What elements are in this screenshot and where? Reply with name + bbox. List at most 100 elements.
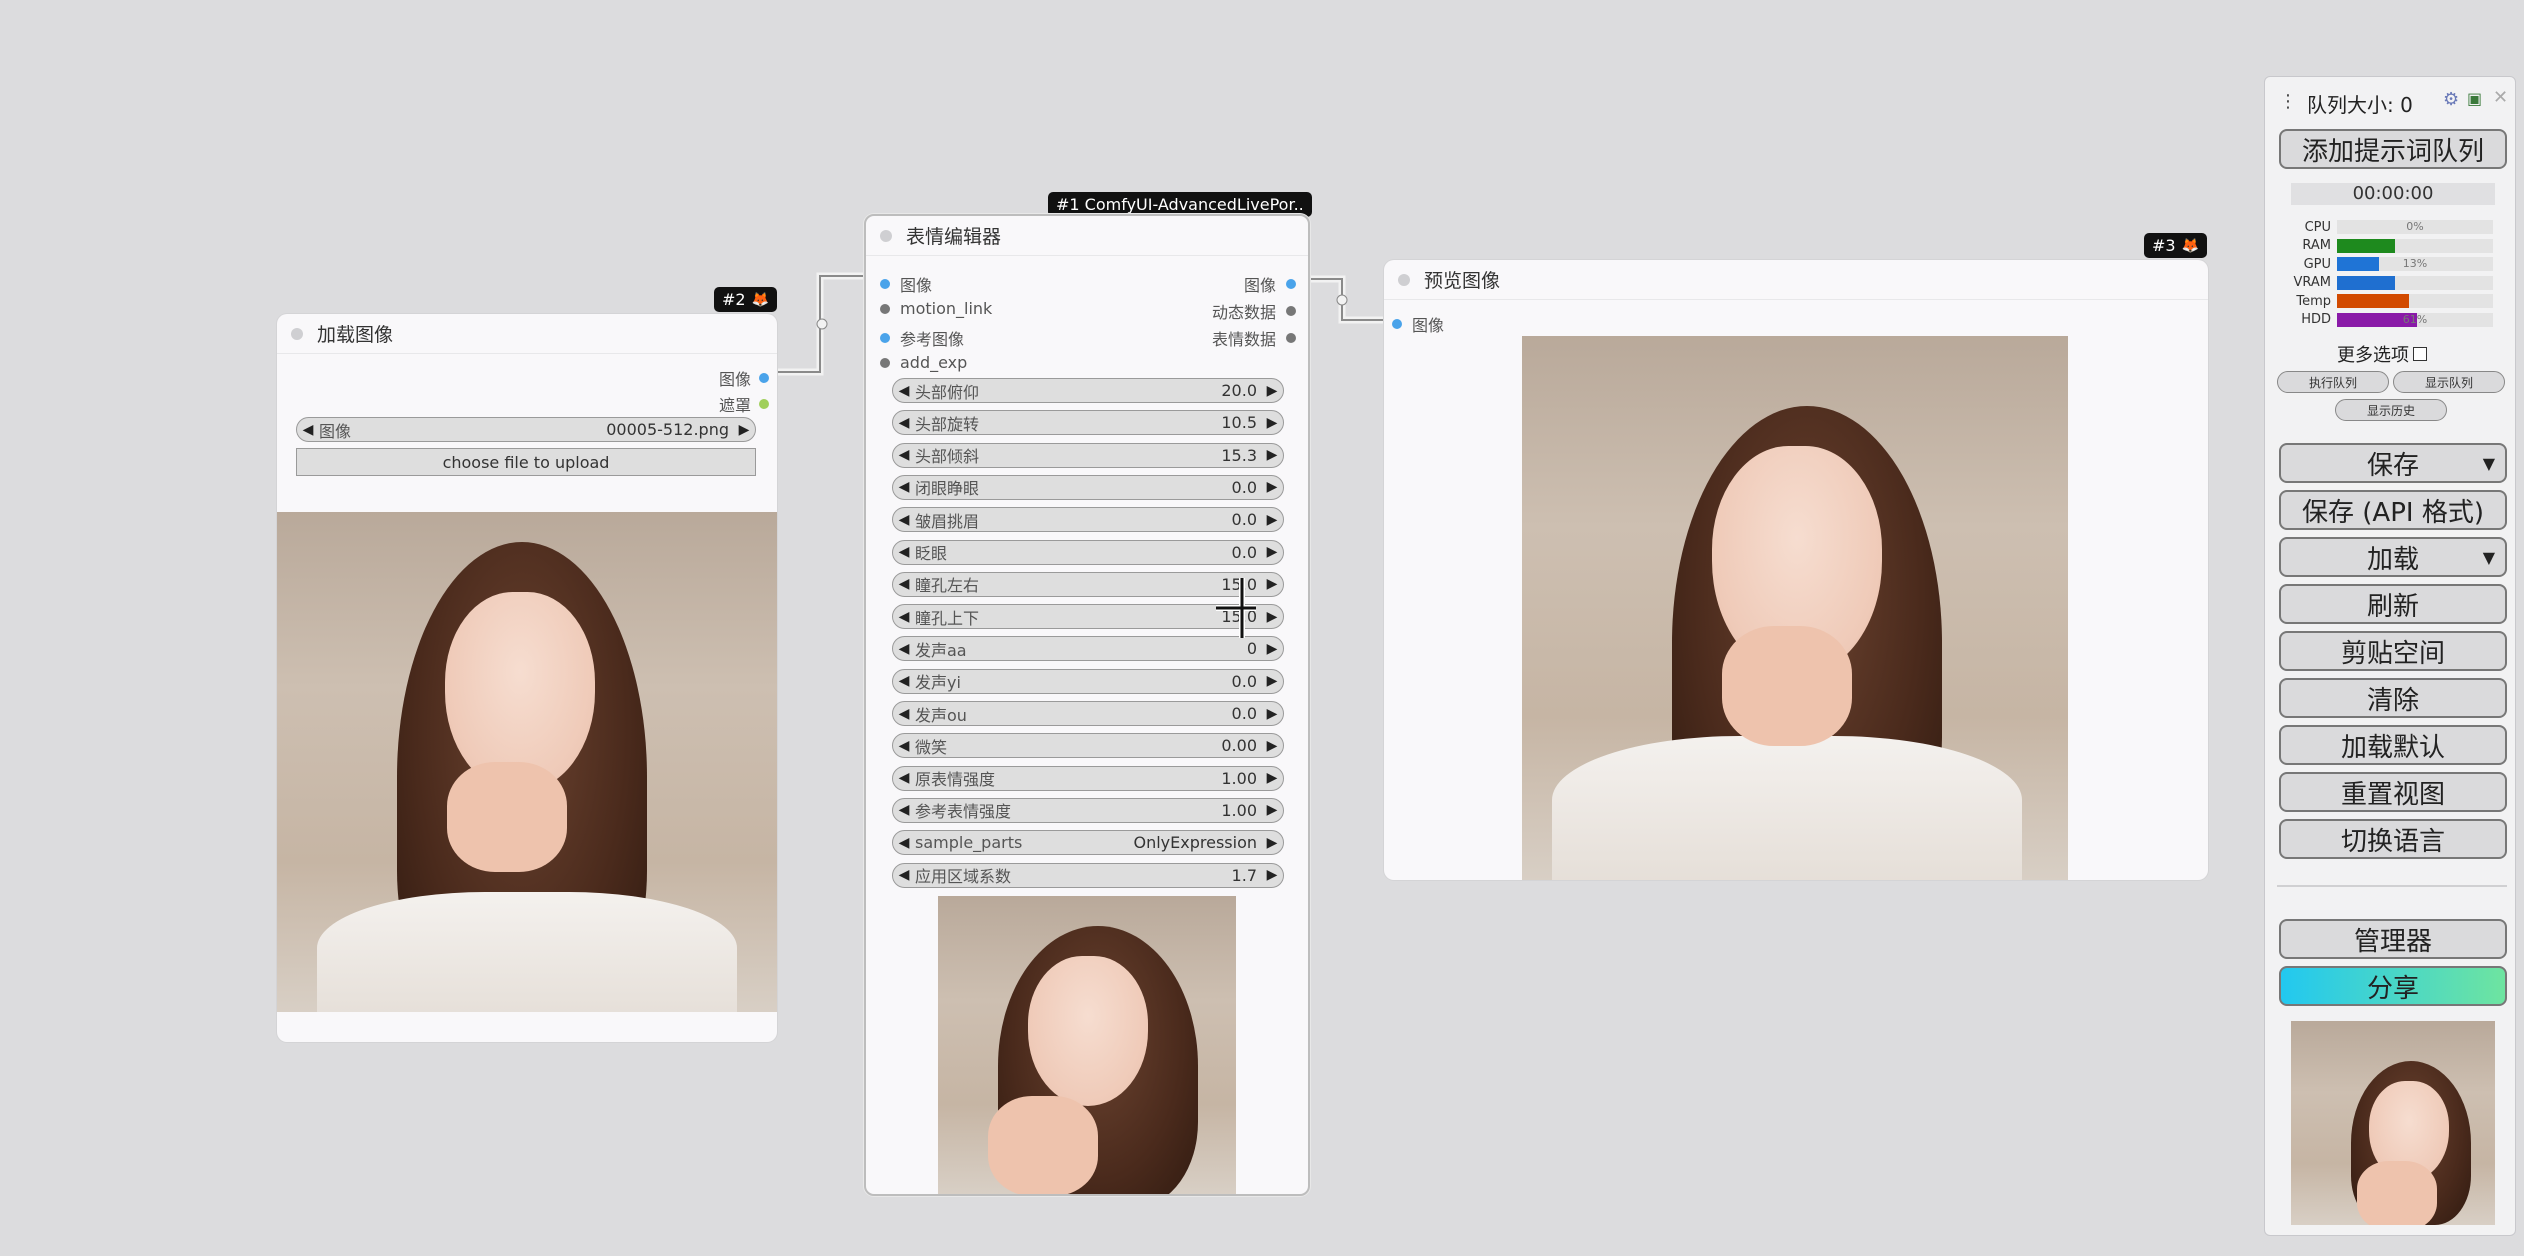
param-widget[interactable]: ◀ 参考表情强度 1.00 ▶ [892,797,1284,823]
increment-arrow-icon[interactable]: ▶ [1261,479,1283,495]
decrement-arrow-icon[interactable]: ◀ [893,609,915,625]
increment-arrow-icon[interactable]: ▶ [1261,415,1283,431]
increment-arrow-icon[interactable]: ▶ [1261,770,1283,786]
param-widget[interactable]: ◀ sample_parts OnlyExpression ▶ [892,830,1284,856]
param-widget[interactable]: ◀ 头部旋转 10.5 ▶ [892,410,1284,436]
queue-prompt-button[interactable]: 添加提示词队列 [2279,129,2507,169]
increment-arrow-icon[interactable]: ▶ [1261,576,1283,592]
increment-arrow-icon[interactable]: ▶ [1261,835,1283,851]
increment-arrow-icon[interactable]: ▶ [1261,447,1283,463]
close-icon[interactable]: ✕ [2493,87,2508,108]
share-button[interactable]: 分享 [2279,966,2507,1006]
param-widget[interactable]: ◀ 发声ou 0.0 ▶ [892,701,1284,726]
increment-arrow-icon[interactable]: ▶ [733,422,755,438]
node-title-bar[interactable]: 加载图像 [277,314,777,354]
decrement-arrow-icon[interactable]: ◀ [893,706,915,722]
param-widget[interactable]: ◀ 微笑 0.00 ▶ [892,733,1284,759]
gear-icon[interactable]: ⚙ [2443,89,2459,110]
input-slot-motion-link[interactable]: motion_link [880,299,992,318]
chevron-down-icon[interactable]: ▼ [2483,548,2495,567]
input-slot-image[interactable]: 图像 [880,272,932,296]
view-queue-button[interactable]: 显示队列 [2393,371,2505,393]
input-slot-image[interactable]: 图像 [1392,312,1444,336]
decrement-arrow-icon[interactable]: ◀ [893,544,915,560]
output-slot-motion-data[interactable]: 动态数据 [1212,299,1296,323]
param-widget[interactable]: ◀ 原表情强度 1.00 ▶ [892,765,1284,791]
output-slot-expression-data[interactable]: 表情数据 [1212,326,1296,350]
input-slot-ref-image[interactable]: 参考图像 [880,326,964,350]
decrement-arrow-icon[interactable]: ◀ [893,738,915,754]
comfy-menu-panel[interactable]: ⋮ 队列大小: 0 ⚙ ▣ ✕ 添加提示词队列 00:00:00 CPU 0% RA… [2264,76,2516,1236]
upload-button[interactable]: choose file to upload [296,448,756,476]
decrement-arrow-icon[interactable]: ◀ [893,512,915,528]
decrement-arrow-icon[interactable]: ◀ [893,802,915,818]
more-options-toggle[interactable]: 更多选项 [2337,341,2427,367]
output-slot-mask[interactable]: 遮罩 [719,392,769,416]
output-slot-image[interactable]: 图像 [719,366,769,390]
increment-arrow-icon[interactable]: ▶ [1261,867,1283,883]
history-thumbnail[interactable] [2291,1021,2495,1225]
decrement-arrow-icon[interactable]: ◀ [893,415,915,431]
slot-dot-icon[interactable] [1286,333,1296,343]
load-image-node[interactable]: 加载图像 图像 遮罩 ◀ 图像 00005-512.png ▶ choose f… [277,314,777,1042]
decrement-arrow-icon[interactable]: ◀ [893,576,915,592]
decrement-arrow-icon[interactable]: ◀ [893,641,915,657]
decrement-arrow-icon[interactable]: ◀ [297,422,319,438]
slot-dot-icon[interactable] [880,303,890,314]
param-widget[interactable]: ◀ 发声aa 0 ▶ [892,636,1284,662]
increment-arrow-icon[interactable]: ▶ [1261,802,1283,818]
clear-button[interactable]: 清除 [2279,678,2507,718]
image-icon[interactable]: ▣ [2467,89,2482,108]
drag-handle-icon[interactable]: ⋮ [2279,91,2297,112]
param-widget[interactable]: ◀ 眨眼 0.0 ▶ [892,539,1284,565]
node-title-bar[interactable]: 预览图像 [1384,260,2208,300]
decrement-arrow-icon[interactable]: ◀ [893,770,915,786]
increment-arrow-icon[interactable]: ▶ [1261,544,1283,560]
increment-arrow-icon[interactable]: ▶ [1261,641,1283,657]
param-widget[interactable]: ◀ 发声yi 0.0 ▶ [892,668,1284,694]
increment-arrow-icon[interactable]: ▶ [1261,512,1283,528]
slot-dot-icon[interactable] [880,333,890,343]
decrement-arrow-icon[interactable]: ◀ [893,835,915,851]
clipspace-button[interactable]: 剪贴空间 [2279,631,2507,671]
refresh-button[interactable]: 刷新 [2279,584,2507,624]
load-button[interactable]: 加载 ▼ [2279,537,2507,577]
param-widget[interactable]: ◀ 应用区域系数 1.7 ▶ [892,862,1284,888]
reset-view-button[interactable]: 重置视图 [2279,772,2507,812]
collapse-dot-icon[interactable] [291,327,303,340]
decrement-arrow-icon[interactable]: ◀ [893,447,915,463]
output-slot-image[interactable]: 图像 [1244,272,1296,296]
increment-arrow-icon[interactable]: ▶ [1261,673,1283,689]
decrement-arrow-icon[interactable]: ◀ [893,673,915,689]
collapse-dot-icon[interactable] [880,229,892,242]
save-api-button[interactable]: 保存 (API 格式) [2279,490,2507,530]
slot-dot-icon[interactable] [1286,279,1296,289]
decrement-arrow-icon[interactable]: ◀ [893,479,915,495]
image-select-widget[interactable]: ◀ 图像 00005-512.png ▶ [296,417,756,442]
manager-button[interactable]: 管理器 [2279,919,2507,959]
checkbox-icon[interactable] [2413,347,2427,361]
expression-editor-node[interactable]: 表情编辑器 图像 motion_link 参考图像 add_exp 图像 动态数… [864,214,1310,1196]
graph-canvas[interactable]: #2 🦊 加载图像 图像 遮罩 ◀ 图像 00005-512.png ▶ choo… [0,0,2524,1256]
save-button[interactable]: 保存 ▼ [2279,443,2507,483]
param-widget[interactable]: ◀ 头部俯仰 20.0 ▶ [892,378,1284,403]
slot-dot-icon[interactable] [1286,306,1296,316]
slot-dot-icon[interactable] [759,399,769,409]
increment-arrow-icon[interactable]: ▶ [1261,706,1283,722]
increment-arrow-icon[interactable]: ▶ [1261,383,1283,399]
param-widget[interactable]: ◀ 闭眼睁眼 0.0 ▶ [892,474,1284,500]
queue-button[interactable]: 执行队列 [2277,371,2389,393]
switch-language-button[interactable]: 切换语言 [2279,819,2507,859]
increment-arrow-icon[interactable]: ▶ [1261,738,1283,754]
load-default-button[interactable]: 加载默认 [2279,725,2507,765]
param-widget[interactable]: ◀ 头部倾斜 15.3 ▶ [892,442,1284,468]
view-history-button[interactable]: 显示历史 [2335,399,2447,421]
decrement-arrow-icon[interactable]: ◀ [893,383,915,399]
preview-image-node[interactable]: 预览图像 图像 [1384,260,2208,880]
slot-dot-icon[interactable] [880,279,890,289]
input-slot-add-exp[interactable]: add_exp [880,353,967,372]
decrement-arrow-icon[interactable]: ◀ [893,867,915,883]
collapse-dot-icon[interactable] [1398,273,1410,286]
node-title-bar[interactable]: 表情编辑器 [866,216,1308,256]
slot-dot-icon[interactable] [1392,319,1402,329]
